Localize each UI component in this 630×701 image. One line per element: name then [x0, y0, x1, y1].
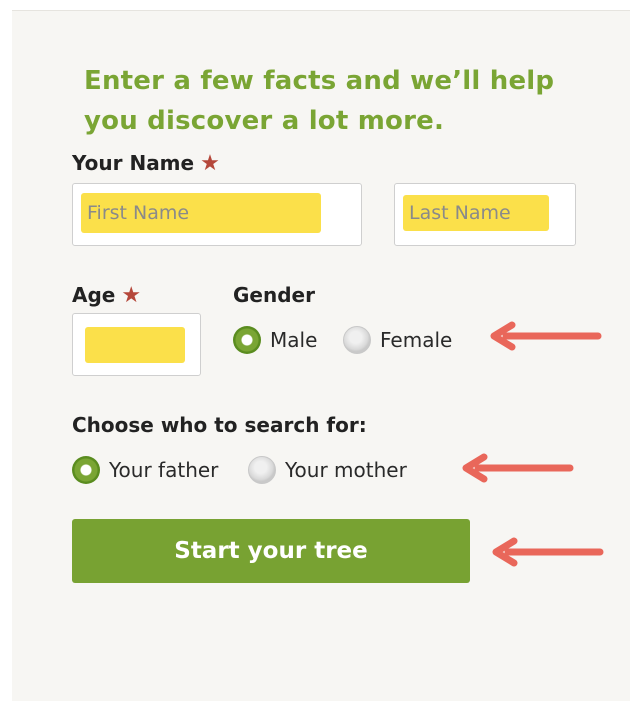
radio-unselected-icon[interactable] — [343, 326, 371, 354]
search-option-father[interactable]: Your father — [72, 456, 218, 484]
age-input[interactable] — [85, 327, 185, 363]
gender-option-female[interactable]: Female — [343, 326, 452, 354]
first-name-field[interactable] — [72, 183, 362, 246]
radio-selected-icon[interactable] — [233, 326, 261, 354]
last-name-field[interactable] — [394, 183, 576, 246]
search-for-label: Choose who to search for: — [72, 413, 367, 437]
radio-unselected-icon[interactable] — [248, 456, 276, 484]
age-label: Age ★ — [72, 283, 141, 308]
arrow-left-icon — [490, 321, 602, 351]
your-name-label-text: Your Name — [72, 151, 195, 175]
first-name-input[interactable] — [81, 193, 321, 233]
arrow-left-icon — [462, 453, 574, 483]
your-name-label: Your Name ★ — [72, 151, 220, 176]
gender-option-male[interactable]: Male — [233, 326, 317, 354]
headline: Enter a few facts and we’ll help you dis… — [84, 66, 555, 136]
search-option-label: Your father — [109, 458, 219, 482]
required-star-icon: ★ — [121, 283, 142, 308]
radio-selected-icon[interactable] — [72, 456, 100, 484]
arrow-left-icon — [492, 537, 604, 567]
start-your-tree-button[interactable]: Start your tree — [72, 519, 470, 583]
search-option-label: Your mother — [285, 458, 407, 482]
signup-panel: Enter a few facts and we’ll help you dis… — [12, 10, 630, 701]
age-field[interactable] — [72, 313, 201, 376]
search-option-mother[interactable]: Your mother — [248, 456, 407, 484]
gender-option-label: Male — [270, 328, 318, 352]
gender-option-label: Female — [380, 328, 453, 352]
gender-label: Gender — [233, 283, 315, 307]
last-name-input[interactable] — [403, 195, 549, 231]
required-star-icon: ★ — [200, 151, 220, 176]
age-label-text: Age — [72, 283, 116, 307]
